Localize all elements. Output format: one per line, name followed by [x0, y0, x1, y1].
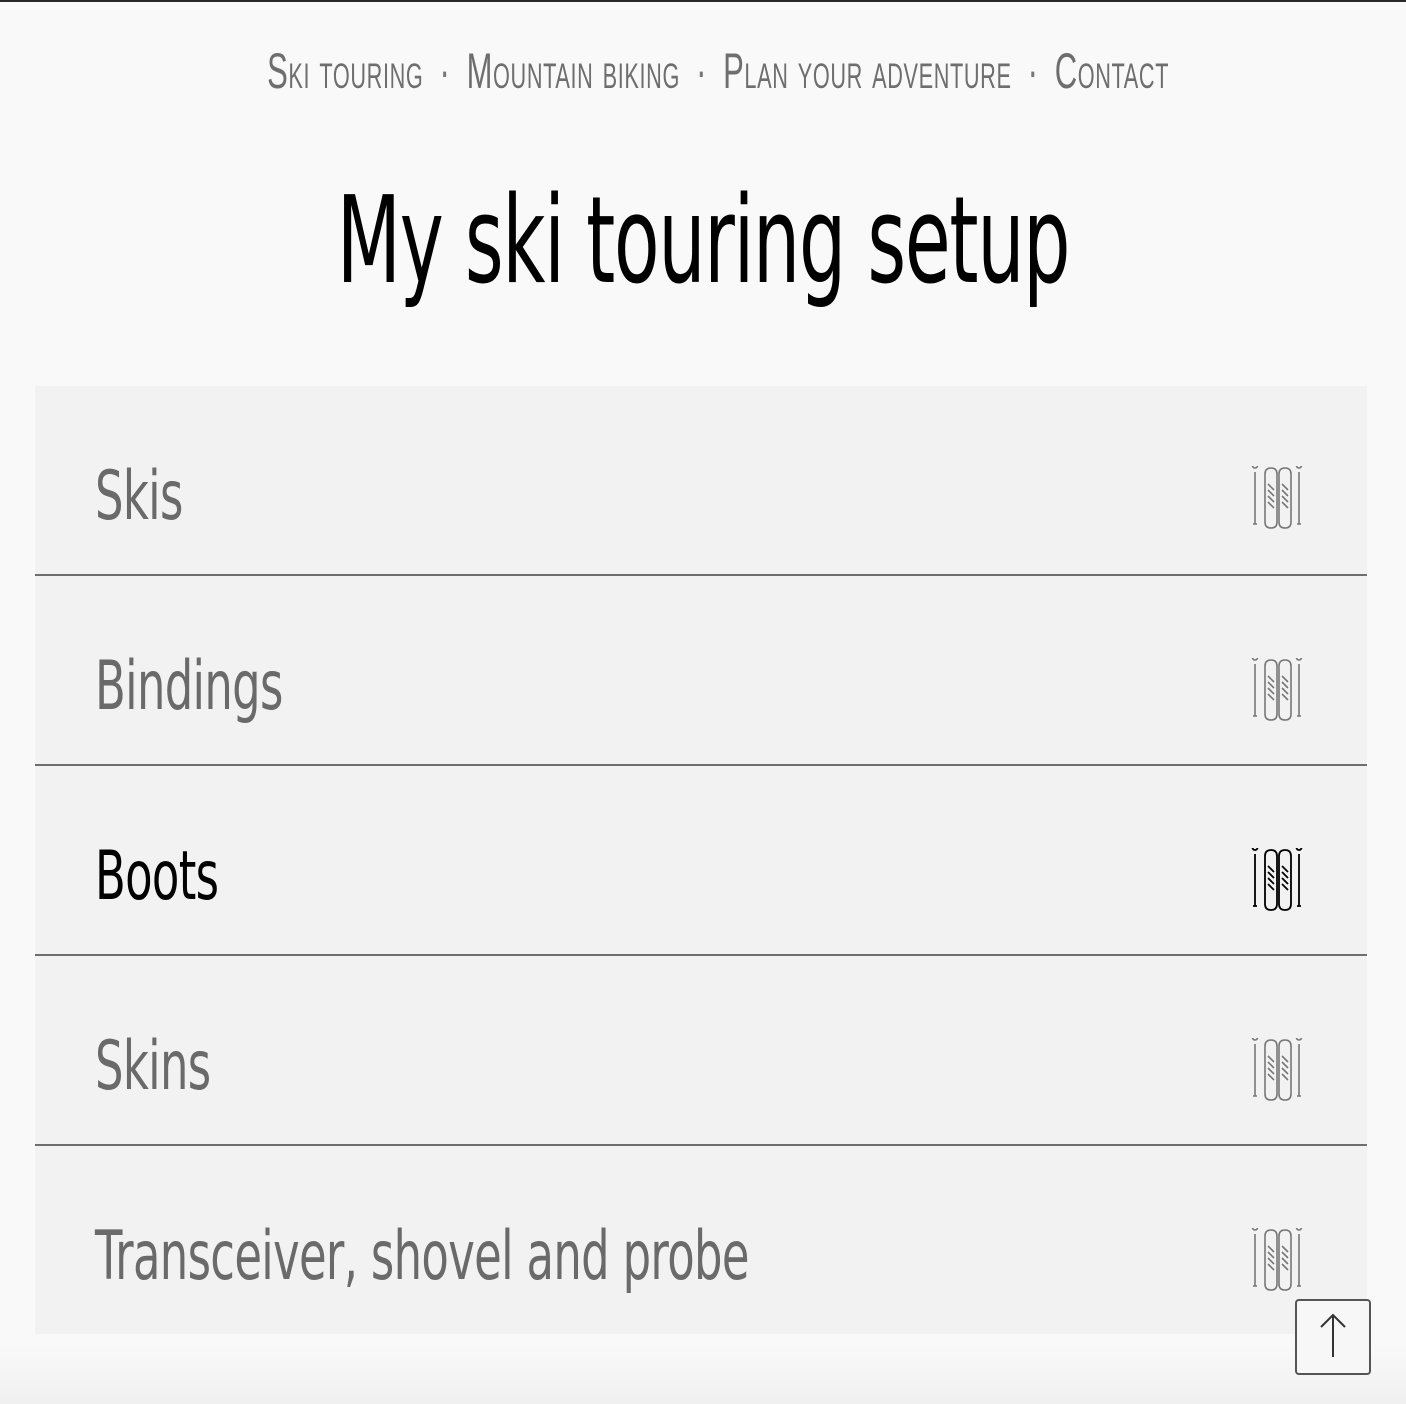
skis-icon	[1249, 1228, 1305, 1292]
skis-icon	[1249, 848, 1305, 912]
skis-icon	[1249, 658, 1305, 722]
accordion-item-label: Skis	[95, 457, 183, 536]
accordion-item-boots[interactable]: Boots	[35, 766, 1367, 956]
nav-separator: ·	[1027, 43, 1039, 99]
top-navigation: Ski touring · Mountain biking · Plan your ad…	[267, 42, 1168, 100]
gear-accordion: Skis Bindings Boots Skins Transceiver, s…	[35, 386, 1367, 1334]
nav-link-ski-touring[interactable]: Ski touring	[267, 43, 423, 99]
nav-link-plan-your-adventure[interactable]: Plan your adventure	[723, 43, 1011, 99]
skis-icon	[1249, 1038, 1305, 1102]
accordion-item-skins[interactable]: Skins	[35, 956, 1367, 1146]
accordion-item-label: Bindings	[95, 647, 283, 726]
nav-link-contact[interactable]: Contact	[1055, 43, 1169, 99]
nav-separator: ·	[439, 43, 451, 99]
accordion-item-skis[interactable]: Skis	[35, 386, 1367, 576]
nav-link-mountain-biking[interactable]: Mountain biking	[467, 43, 680, 99]
accordion-item-label: Skins	[95, 1027, 211, 1106]
accordion-item-label: Boots	[95, 837, 219, 916]
skis-icon	[1249, 466, 1305, 530]
accordion-item-label: Transceiver, shovel and probe	[95, 1217, 749, 1296]
bottom-fade	[0, 1344, 1406, 1404]
accordion-item-bindings[interactable]: Bindings	[35, 576, 1367, 766]
nav-separator: ·	[696, 43, 708, 99]
accordion-item-transceiver-shovel-probe[interactable]: Transceiver, shovel and probe	[35, 1146, 1367, 1334]
arrow-up-icon	[1315, 1311, 1351, 1364]
page-title: My ski touring setup	[336, 172, 1071, 311]
back-to-top-button[interactable]	[1295, 1299, 1371, 1375]
